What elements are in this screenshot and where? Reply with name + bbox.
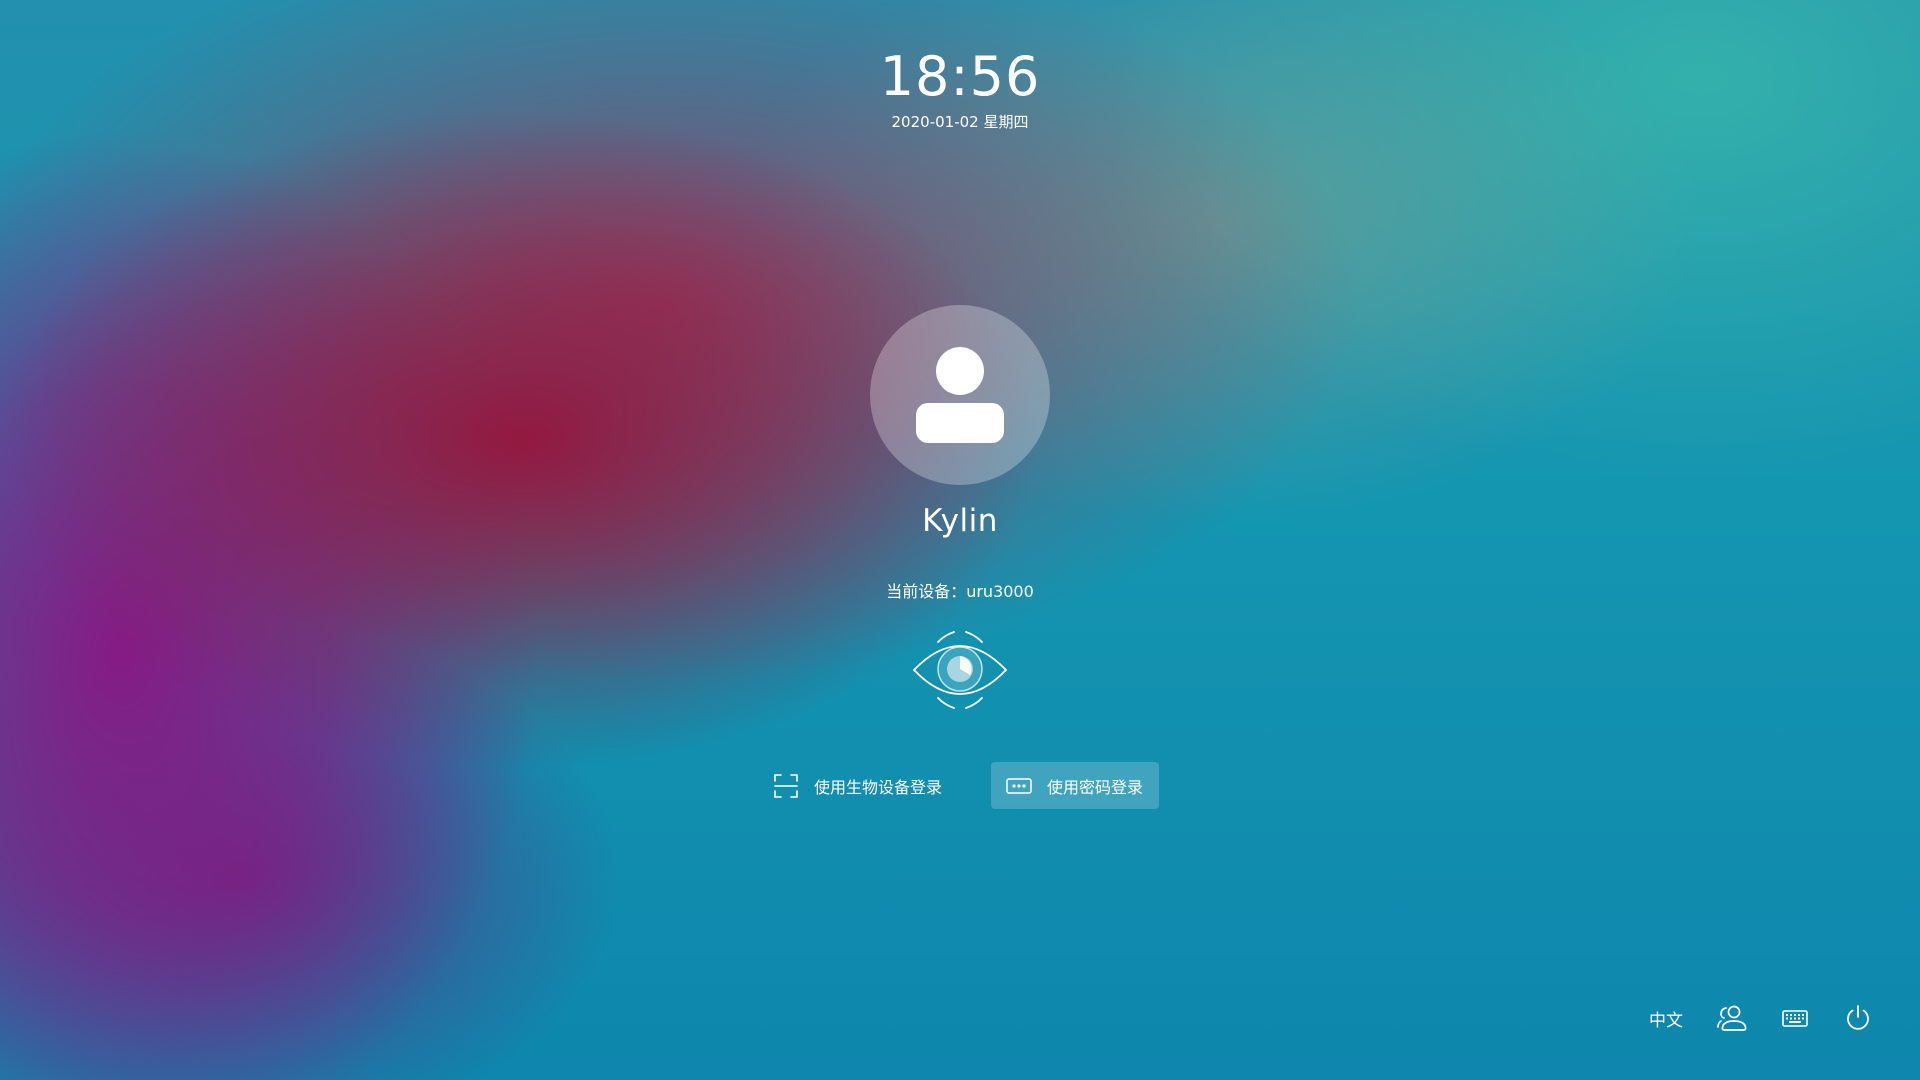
biometric-login-button[interactable]: 使用生物设备登录	[772, 762, 962, 809]
password-dots-icon	[1005, 772, 1033, 800]
switch-user-icon	[1717, 1005, 1747, 1031]
power-icon	[1847, 1005, 1869, 1030]
virtual-keyboard-button[interactable]	[1775, 998, 1815, 1038]
clock-time: 18:56	[879, 45, 1041, 108]
language-switch-button[interactable]: 中文	[1640, 998, 1692, 1038]
keyboard-icon	[1782, 1010, 1808, 1027]
switch-user-button[interactable]	[1712, 998, 1752, 1038]
password-login-label: 使用密码登录	[1047, 777, 1144, 797]
user-avatar[interactable]	[870, 305, 1050, 485]
biometric-login-label: 使用生物设备登录	[814, 777, 943, 797]
eye-scan-icon	[910, 620, 1010, 720]
current-device-label: 当前设备：uru3000	[886, 582, 1034, 601]
password-login-button[interactable]: 使用密码登录	[991, 762, 1159, 809]
language-label: 中文	[1649, 1010, 1683, 1031]
clock-date: 2020-01-02 星期四	[891, 113, 1029, 131]
username: Kylin	[922, 503, 998, 539]
user-avatar-icon	[916, 347, 1004, 443]
power-button[interactable]	[1838, 998, 1878, 1038]
scan-frame-icon	[772, 772, 800, 800]
